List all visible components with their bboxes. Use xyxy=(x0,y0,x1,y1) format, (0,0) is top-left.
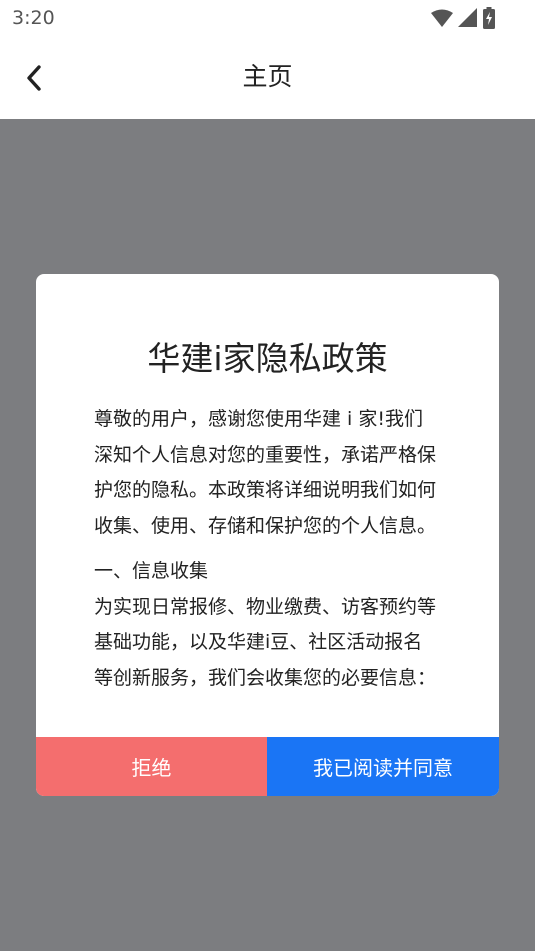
dialog-title: 华建i家隐私政策 xyxy=(147,339,388,378)
battery-charging-icon xyxy=(483,7,495,29)
policy-paragraph-intro: 尊敬的用户，感谢您使用华建 i 家!我们深知个人信息对您的重要性，承诺严格保护您… xyxy=(94,408,437,537)
privacy-policy-dialog: 华建i家隐私政策 尊敬的用户，感谢您使用华建 i 家!我们深知个人信息对您的重要… xyxy=(36,274,499,796)
policy-text-scroll[interactable]: 尊敬的用户，感谢您使用华建 i 家!我们深知个人信息对您的重要性，承诺严格保护您… xyxy=(94,402,440,737)
status-icons xyxy=(431,7,495,29)
status-time: 3:20 xyxy=(12,7,55,29)
wifi-icon xyxy=(431,9,453,27)
app-bar: 主页 xyxy=(0,36,535,119)
page-title: 主页 xyxy=(242,62,293,91)
dialog-actions: 拒绝 我已阅读并同意 xyxy=(36,737,499,796)
signal-icon xyxy=(458,8,477,27)
agree-button[interactable]: 我已阅读并同意 xyxy=(267,737,499,796)
policy-paragraph-collection: 为实现日常报修、物业缴费、访客预约等基础功能，以及华建i豆、社区活动报名等创新服… xyxy=(94,595,437,689)
status-bar: 3:20 xyxy=(0,0,535,36)
reject-button[interactable]: 拒绝 xyxy=(36,737,267,796)
policy-section-heading: 一、信息收集 xyxy=(94,560,209,582)
